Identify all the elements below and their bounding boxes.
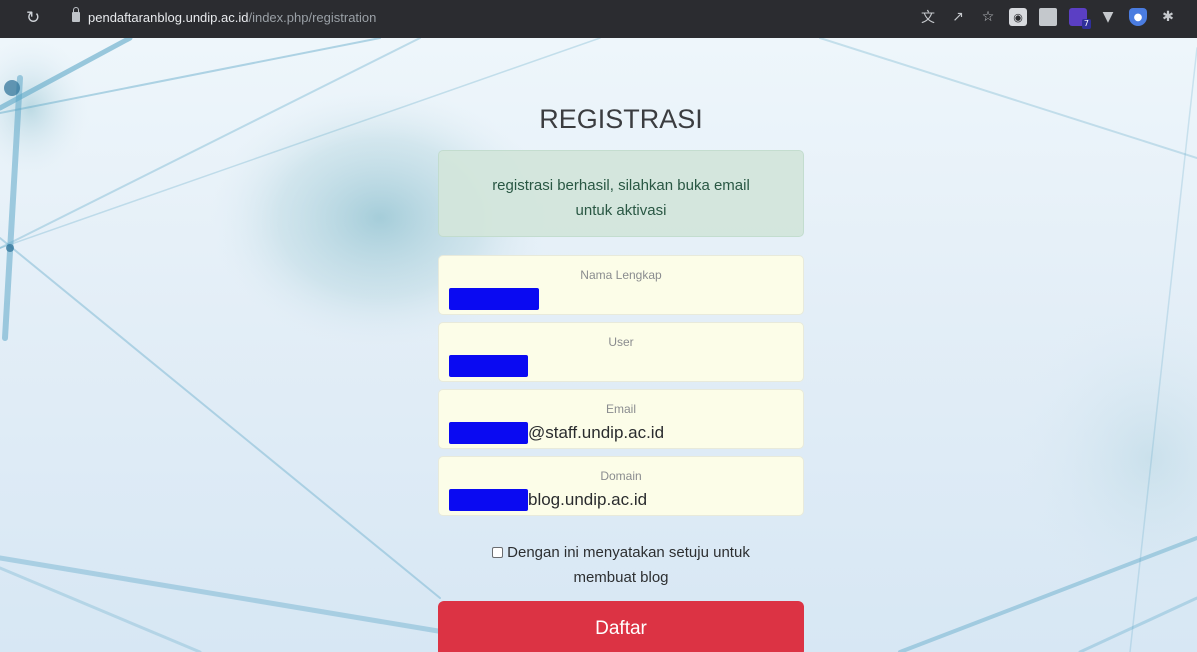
email-label: Email <box>605 402 636 416</box>
domain-value[interactable]: blog.undip.ac.id <box>449 488 647 512</box>
page-title: REGISTRASI <box>539 104 703 134</box>
domain-suffix: blog.undip.ac.id <box>528 490 648 509</box>
email-value[interactable]: @staff.undip.ac.id <box>449 421 664 445</box>
redacted-value <box>449 489 528 511</box>
url-host: pendaftaranblog.undip.ac.id <box>88 10 249 25</box>
url-path: /index.php/registration <box>248 10 377 25</box>
daftar-button[interactable]: Daftar <box>438 601 804 652</box>
share-icon[interactable]: ↗ <box>949 8 967 26</box>
user-label: User <box>608 335 634 349</box>
extension-icon[interactable]: 7 <box>1069 8 1091 29</box>
success-alert: registrasi berhasil, silahkan buka email… <box>438 150 804 237</box>
agreement: Dengan ini menyatakan setuju untuk membu… <box>468 540 774 590</box>
extension-badge: 7 <box>1081 19 1091 29</box>
lock-icon[interactable] <box>72 7 80 22</box>
user-value[interactable] <box>449 354 528 378</box>
agree-checkbox[interactable] <box>492 547 504 558</box>
address-bar[interactable]: pendaftaranblog.undip.ac.id/index.php/re… <box>88 10 376 25</box>
browser-actions: 文 ↗ ☆ ◉ 7 ▼ ● ✱ <box>919 8 1177 29</box>
nama-lengkap-value[interactable] <box>449 287 539 311</box>
domain-label: Domain <box>600 469 642 483</box>
agree-label[interactable]: Dengan ini menyatakan setuju untuk membu… <box>507 544 750 586</box>
email-field[interactable]: Email @staff.undip.ac.id <box>438 389 804 449</box>
shield-extension-icon[interactable]: ● <box>1129 8 1147 26</box>
redacted-value <box>449 288 539 310</box>
redacted-value <box>449 422 528 444</box>
notes-extension-icon[interactable] <box>1039 8 1057 26</box>
puzzle-extensions-icon[interactable]: ✱ <box>1159 8 1177 26</box>
nama-lengkap-field[interactable]: Nama Lengkap <box>438 255 804 315</box>
translate-icon[interactable]: 文 <box>919 8 937 26</box>
redacted-value <box>449 355 528 377</box>
vpn-extension-icon[interactable]: ▼ <box>1099 8 1117 26</box>
nama-lengkap-label: Nama Lengkap <box>580 268 662 282</box>
domain-field[interactable]: Domain blog.undip.ac.id <box>438 456 804 516</box>
star-icon[interactable]: ☆ <box>979 8 997 26</box>
camera-extension-icon[interactable]: ◉ <box>1009 8 1027 26</box>
user-field[interactable]: User <box>438 322 804 382</box>
email-suffix: @staff.undip.ac.id <box>528 423 665 442</box>
reload-icon[interactable]: ↻ <box>26 8 40 28</box>
browser-toolbar: ↻ pendaftaranblog.undip.ac.id/index.php/… <box>0 0 1197 38</box>
